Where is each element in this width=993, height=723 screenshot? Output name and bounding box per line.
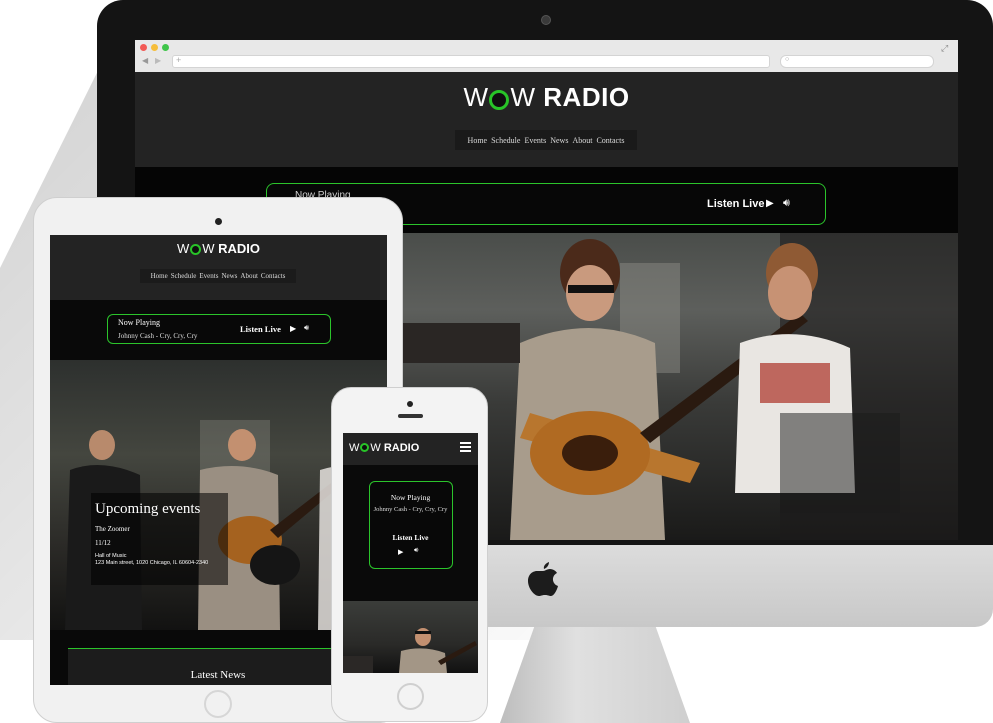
zoom-window-button[interactable] — [162, 44, 169, 51]
nav-events[interactable]: Events — [199, 272, 218, 280]
song-title: Johnny Cash - Cry, Cry, Cry — [118, 332, 198, 340]
event-address: 123 Main street, 1020 Chicago, IL 60604-… — [95, 560, 209, 566]
hamburger-icon[interactable] — [460, 442, 471, 452]
nav-schedule[interactable]: Schedule — [171, 272, 197, 280]
new-tab-icon[interactable]: + — [176, 55, 181, 65]
apple-logo-icon — [523, 560, 563, 604]
latest-news-section: Latest News — [68, 648, 368, 685]
now-playing-label: Now Playing — [390, 493, 431, 502]
phone-site-header: WW RADIO — [343, 433, 478, 465]
event-venue: Hall of Music — [95, 553, 127, 559]
song-title: Johnny Cash - Cry, Cry, Cry — [373, 506, 448, 513]
event-date: 11/12 — [95, 539, 111, 547]
nav-contacts[interactable]: Contacts — [596, 136, 624, 145]
volume-icon[interactable]: 🔊︎ — [304, 323, 309, 333]
logo-text: RADIO — [218, 241, 261, 256]
tablet-site-header: WW RADIO Home Schedule Events News About… — [50, 235, 387, 300]
phone-screen: WW RADIO Now Playing Johnny Cash - Cry, … — [343, 433, 478, 673]
nav-about[interactable]: About — [240, 272, 258, 280]
nav-home[interactable]: Home — [468, 136, 488, 145]
phone-camera — [407, 401, 413, 407]
search-icon: ○ — [785, 56, 790, 63]
browser-search-input[interactable]: ○ — [780, 55, 934, 68]
forward-icon[interactable]: ▶ — [155, 56, 161, 65]
play-icon[interactable]: ▶ — [766, 198, 774, 209]
site-logo[interactable]: WW RADIO — [135, 82, 958, 113]
tablet-player-bar: Now Playing Johnny Cash - Cry, Cry, Cry … — [107, 314, 331, 344]
logo-letter: W — [202, 241, 215, 256]
site-header: WW RADIO Home Schedule Events News About… — [135, 72, 958, 167]
phone-player-box: Now Playing Johnny Cash - Cry, Cry, Cry … — [369, 481, 453, 569]
logo-letter: W — [370, 442, 381, 454]
main-nav: Home Schedule Events News About Contacts — [455, 130, 637, 150]
listen-live-label[interactable]: Listen Live — [240, 324, 281, 334]
logo-ring-icon — [489, 90, 510, 110]
phone-site-logo[interactable]: WW RADIO — [349, 442, 419, 454]
volume-icon[interactable]: 🔊︎ — [414, 547, 418, 555]
tablet-main-nav: Home Schedule Events News About Contacts — [140, 269, 296, 283]
latest-news-heading: Latest News — [190, 669, 246, 681]
phone-device: WW RADIO Now Playing Johnny Cash - Cry, … — [331, 387, 488, 722]
event-name[interactable]: The Zoomer — [95, 525, 130, 533]
logo-text: RADIO — [383, 442, 420, 454]
logo-text: RADIO — [543, 82, 630, 112]
logo-ring-icon — [360, 443, 370, 452]
play-icon[interactable]: ▶ — [290, 324, 296, 333]
logo-letter: W — [510, 82, 536, 112]
nav-about[interactable]: About — [572, 136, 592, 145]
nav-events[interactable]: Events — [524, 136, 546, 145]
volume-icon[interactable]: 🔊︎ — [783, 197, 790, 210]
now-playing-label: Now Playing — [118, 318, 160, 327]
back-icon[interactable]: ◀ — [142, 56, 148, 65]
minimize-window-button[interactable] — [151, 44, 158, 51]
imac-stand — [500, 627, 690, 723]
nav-contacts[interactable]: Contacts — [261, 272, 286, 280]
nav-schedule[interactable]: Schedule — [491, 136, 520, 145]
close-window-button[interactable] — [140, 44, 147, 51]
nav-news[interactable]: News — [550, 136, 568, 145]
listen-live-label[interactable]: Listen Live — [370, 533, 451, 542]
phone-speaker — [398, 414, 423, 418]
tablet-camera — [215, 218, 222, 225]
play-icon[interactable]: ▶ — [398, 548, 403, 556]
tablet-home-button — [204, 690, 232, 718]
tablet-site-logo[interactable]: WW RADIO — [50, 241, 387, 256]
browser-toolbar: ◀ ▶ + ○ ⤢ — [135, 40, 958, 73]
logo-letter: W — [176, 241, 190, 256]
logo-letter: W — [349, 442, 360, 454]
phone-home-button — [397, 683, 424, 710]
logo-letter: W — [463, 82, 489, 112]
phone-band-photo — [343, 601, 478, 673]
logo-ring-icon — [190, 244, 202, 255]
upcoming-events-heading: Upcoming events — [95, 501, 201, 517]
nav-home[interactable]: Home — [151, 272, 168, 280]
listen-live-label[interactable]: Listen Live — [707, 198, 764, 210]
nav-news[interactable]: News — [221, 272, 237, 280]
fullscreen-icon[interactable]: ⤢ — [941, 43, 948, 54]
imac-camera — [541, 15, 551, 25]
address-bar[interactable]: + — [172, 55, 770, 68]
